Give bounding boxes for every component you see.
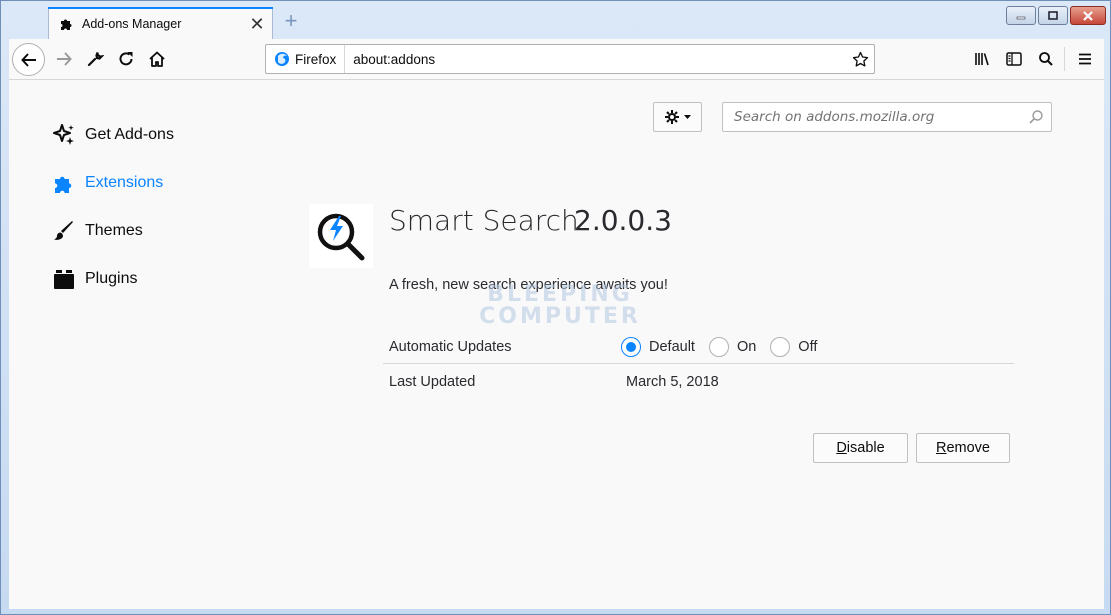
library-button[interactable] <box>967 44 997 74</box>
addon-icon <box>309 204 373 268</box>
magnifier-lightning-icon <box>317 213 365 261</box>
plugin-icon <box>52 267 76 291</box>
url-text[interactable]: about:addons <box>353 52 846 67</box>
tab-close-button[interactable]: ✕ <box>242 9 272 39</box>
identity-box[interactable]: Firefox <box>266 45 346 73</box>
radio-circle[interactable] <box>708 336 729 357</box>
navigation-toolbar: Firefox about:addons <box>9 39 1104 80</box>
radio-circle[interactable] <box>770 336 791 357</box>
sidebar-toggle-button[interactable] <box>999 44 1029 74</box>
automatic-updates-row: Automatic Updates Default On Off <box>383 330 1014 364</box>
addons-search-box[interactable] <box>722 102 1052 132</box>
forward-arrow-icon <box>57 52 72 66</box>
addon-version: 2.0.0.3 <box>574 204 672 237</box>
watermark-line: BLEEPING <box>487 282 633 307</box>
radio-default[interactable]: Default <box>621 336 695 357</box>
hamburger-menu-icon <box>1079 53 1091 65</box>
minimize-button[interactable] <box>1006 6 1036 25</box>
category-plugins[interactable]: Plugins <box>52 267 137 291</box>
main-menu-button[interactable] <box>1070 44 1100 74</box>
radio-label: Default <box>649 338 695 355</box>
close-icon: ✕ <box>249 13 265 34</box>
back-button[interactable] <box>12 43 45 76</box>
radio-off[interactable]: Off <box>770 336 818 357</box>
radio-label: On <box>736 338 757 355</box>
puzzle-icon <box>59 16 75 32</box>
home-button[interactable] <box>142 44 172 74</box>
category-extensions[interactable]: Extensions <box>52 171 163 195</box>
forward-button[interactable] <box>49 44 79 74</box>
minimize-icon <box>1016 16 1026 19</box>
bleeping-computer-watermark: BLEEPING COMPUTER <box>465 284 655 328</box>
remove-button-label: Remove <box>935 440 990 456</box>
disable-button-label: Disable <box>836 440 885 456</box>
remove-button[interactable]: Remove <box>916 433 1010 463</box>
dropdown-arrow-icon <box>684 114 691 119</box>
firefox-logo-icon <box>275 52 289 66</box>
window-controls <box>1006 6 1106 25</box>
gear-icon <box>665 110 679 124</box>
category-label: Extensions <box>85 174 164 191</box>
reload-icon <box>119 52 133 66</box>
tab-addons-manager[interactable]: Add-ons Manager ✕ <box>48 7 273 40</box>
sparkle-icon <box>52 123 76 147</box>
wrench-icon <box>87 52 104 67</box>
radio-on[interactable]: On <box>708 336 757 357</box>
tab-title: Add-ons Manager <box>82 17 182 31</box>
automatic-updates-label: Automatic Updates <box>389 338 512 355</box>
search-icon <box>1039 52 1053 66</box>
last-updated-label: Last Updated <box>389 374 476 390</box>
new-tab-button[interactable]: + <box>279 9 303 33</box>
star-icon <box>852 51 868 67</box>
toolbar-separator <box>1064 47 1065 71</box>
puzzle-icon <box>52 171 76 195</box>
search-icon[interactable] <box>1021 109 1051 125</box>
identity-label: Firefox <box>295 51 337 67</box>
home-icon <box>149 51 165 67</box>
maximize-button[interactable] <box>1038 6 1068 25</box>
category-themes[interactable]: Themes <box>52 219 143 243</box>
title-bar: Add-ons Manager ✕ + <box>1 1 1111 40</box>
back-arrow-icon <box>20 52 36 67</box>
brush-icon <box>52 219 76 243</box>
radio-circle-selected[interactable] <box>621 336 641 357</box>
category-label: Get Add-ons <box>85 126 174 143</box>
library-icon <box>975 53 989 66</box>
tab-accent-line <box>48 7 273 9</box>
category-label: Themes <box>85 222 143 239</box>
addons-search-input[interactable] <box>734 109 1021 125</box>
browser-window: Add-ons Manager ✕ + Firefox about:addons… <box>0 0 1111 615</box>
addon-name: Smart Search <box>389 204 579 237</box>
maximize-icon <box>1048 10 1058 20</box>
last-updated-row: Last Updated March 5, 2018 <box>383 365 1014 399</box>
reload-button[interactable] <box>111 44 141 74</box>
category-label: Plugins <box>85 270 138 287</box>
url-bar[interactable]: Firefox about:addons <box>265 44 875 74</box>
addons-manager-content: Get Add-ons Extensions Themes Plugins Se… <box>9 80 1104 609</box>
last-updated-value: March 5, 2018 <box>626 374 719 390</box>
close-window-button[interactable] <box>1070 6 1106 25</box>
close-icon <box>1083 10 1093 21</box>
sidebar-icon <box>1006 52 1022 66</box>
update-radio-group: Default On Off <box>621 336 831 357</box>
bookmark-star-button[interactable] <box>846 51 874 68</box>
watermark-line: COMPUTER <box>479 304 641 329</box>
category-get-addons[interactable]: Get Add-ons <box>52 123 174 147</box>
disable-button[interactable]: Disable <box>813 433 908 463</box>
plus-icon: + <box>284 8 298 33</box>
search-toolbar-button[interactable] <box>1031 44 1061 74</box>
tools-menu-button[interactable] <box>653 102 702 132</box>
radio-label: Off <box>798 338 818 355</box>
developer-tools-button[interactable] <box>80 44 110 74</box>
